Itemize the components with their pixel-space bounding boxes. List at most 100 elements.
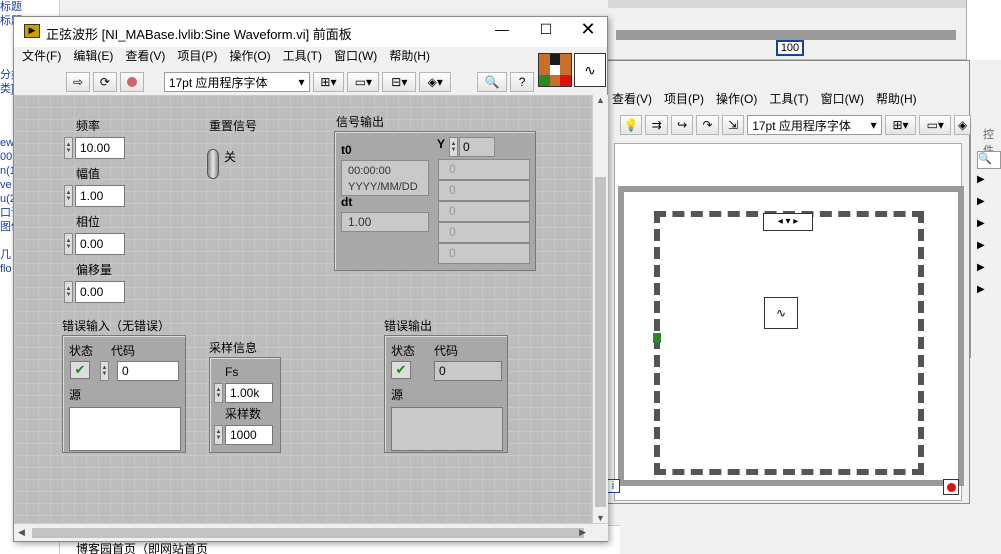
amp-label: 幅值 [76, 167, 101, 181]
front-toolbar: ⇨ ⟳ 17pt 应用程序字体 ▾ ⊞▾ ▭▾ ⊟▾ ◈▾ 🔍 ? [14, 69, 535, 95]
vi-icon-pane[interactable]: ∿ [574, 53, 606, 87]
num-samples-label: 采样数 [225, 407, 262, 421]
maximize-button[interactable]: ☐ [534, 21, 558, 43]
stop-terminal[interactable] [943, 479, 959, 495]
retain-wire-values-icon[interactable]: ⇉ [645, 115, 668, 135]
code-spinner[interactable]: ▲ ▼ [100, 361, 109, 381]
run-arrow-icon[interactable]: ⇨ [66, 72, 90, 92]
y-array: 0 0 0 0 0 [438, 159, 530, 264]
iteration-terminal: i [606, 479, 620, 493]
palette-item-arrow[interactable]: ▶ [977, 284, 1001, 306]
menu-view[interactable]: 查看(V) [606, 88, 658, 110]
close-button[interactable]: ✕ [576, 19, 600, 43]
status-check-icon[interactable]: ✔ [70, 361, 90, 379]
palette-item-arrow[interactable]: ▶ [977, 262, 1001, 284]
abort-icon[interactable] [119, 72, 144, 92]
reorder-icon[interactable]: ◈▾ [419, 72, 452, 92]
front-panel-window: ▶ 正弦波形 [NI_MABase.lvlib:Sine Waveform.vi… [13, 16, 608, 542]
menu-window[interactable]: 窗口(W) [815, 88, 870, 110]
t0-label: t0 [341, 143, 352, 157]
front-menubar: 文件(F) 编辑(E) 查看(V) 项目(P) 操作(O) 工具(T) 窗口(W… [16, 45, 436, 67]
dt-label: dt [341, 195, 353, 209]
palette-search-icon[interactable]: 🔍 [977, 151, 1001, 169]
help-icon[interactable]: ? [510, 72, 535, 92]
source-label: 源 [69, 388, 82, 402]
distribute-objects-icon[interactable]: ▭▾ [919, 115, 952, 135]
amp-input[interactable]: 1.00 [75, 185, 125, 207]
fs-input[interactable]: 1.00k [225, 383, 273, 403]
y-index[interactable]: 0 [459, 137, 495, 157]
source-input[interactable] [69, 407, 181, 451]
menu-operate[interactable]: 操作(O) [223, 45, 276, 67]
controls-palette: 控件 🔍 ▶ ▶ ▶ ▶ ▶ ▶ [970, 118, 1001, 358]
freq-spinner[interactable]: ▲ ▼ [64, 137, 73, 159]
palette-item-arrow[interactable]: ▶ [977, 174, 1001, 196]
subvi-icon[interactable]: ∿ [764, 297, 798, 329]
y-element: 0 [438, 243, 530, 264]
num-samples-input[interactable]: 1000 [225, 425, 273, 445]
palette-item-arrow[interactable]: ▶ [977, 240, 1001, 262]
fs-spinner[interactable]: ▲ ▼ [214, 383, 223, 403]
fs-label: Fs [225, 365, 239, 379]
font-select[interactable]: 17pt 应用程序字体 ▾ [747, 115, 882, 135]
palette-item-arrow[interactable]: ▶ [977, 196, 1001, 218]
palette-items: ▶ ▶ ▶ ▶ ▶ ▶ [977, 174, 1001, 306]
error-in-label: 错误输入（无错误） [62, 319, 171, 333]
num-samples-spinner[interactable]: ▲ ▼ [214, 425, 223, 445]
offset-spinner[interactable]: ▲ ▼ [64, 281, 73, 303]
y-element: 0 [438, 180, 530, 201]
y-index-spinner[interactable]: ▲ ▼ [449, 137, 458, 157]
case-selector[interactable]: ◂ ▾ ▸ [763, 213, 813, 231]
menu-project[interactable]: 项目(P) [171, 45, 223, 67]
resize-objects-icon[interactable]: ⊟▾ [382, 72, 417, 92]
vertical-scrollbar[interactable]: ▲ ▼ [592, 95, 608, 523]
menu-project[interactable]: 项目(P) [658, 88, 710, 110]
reset-label: 重置信号 [209, 119, 258, 133]
phase-input[interactable]: 0.00 [75, 233, 125, 255]
menu-operate[interactable]: 操作(O) [710, 88, 763, 110]
y-element: 0 [438, 222, 530, 243]
run-continuously-icon[interactable]: ⟳ [92, 72, 117, 92]
y-label: Y [437, 137, 446, 151]
freq-input[interactable]: 10.00 [75, 137, 125, 159]
connector-pane[interactable] [538, 53, 572, 87]
minimize-button[interactable]: — [490, 21, 514, 43]
font-select[interactable]: 17pt 应用程序字体 ▾ [163, 72, 310, 92]
menu-file[interactable]: 文件(F) [16, 45, 67, 67]
numeric-constant-100[interactable]: 100 [776, 40, 804, 56]
menu-view[interactable]: 查看(V) [119, 45, 171, 67]
code-input[interactable]: 0 [117, 361, 179, 381]
align-objects-icon[interactable]: ⊞▾ [312, 72, 345, 92]
code-out-label: 代码 [434, 344, 459, 358]
menu-window[interactable]: 窗口(W) [328, 45, 383, 67]
cleanup-icon[interactable]: ◈ [954, 115, 971, 135]
search-icon[interactable]: 🔍 [477, 72, 508, 92]
offset-input[interactable]: 0.00 [75, 281, 125, 303]
menu-help[interactable]: 帮助(H) [383, 45, 436, 67]
step-out-icon[interactable]: ⇲ [721, 115, 745, 135]
align-objects-icon[interactable]: ⊞▾ [884, 115, 917, 135]
window-title: 正弦波形 [NI_MABase.lvlib:Sine Waveform.vi] … [46, 27, 352, 42]
menu-tools[interactable]: 工具(T) [763, 88, 814, 110]
error-out-label: 错误输出 [384, 319, 433, 333]
source-out-value [391, 407, 503, 451]
t0-time: 00:00:00 YYYY/MM/DD [341, 160, 429, 196]
palette-item-arrow[interactable]: ▶ [977, 218, 1001, 240]
step-into-icon[interactable]: ↪ [670, 115, 694, 135]
freq-label: 频率 [76, 119, 101, 133]
vi-icon: ▶ [24, 24, 40, 38]
status-label: 状态 [69, 344, 94, 358]
highlight-execution-icon[interactable]: 💡 [620, 115, 643, 135]
step-over-icon[interactable]: ↷ [696, 115, 719, 135]
amp-spinner[interactable]: ▲ ▼ [64, 185, 73, 207]
menu-help[interactable]: 帮助(H) [870, 88, 923, 110]
reset-toggle-switch[interactable] [207, 149, 219, 179]
menu-tools[interactable]: 工具(T) [277, 45, 328, 67]
y-element: 0 [438, 201, 530, 222]
sample-info-label: 采样信息 [209, 341, 258, 355]
distribute-objects-icon[interactable]: ▭▾ [347, 72, 380, 92]
menu-edit[interactable]: 编辑(E) [67, 45, 119, 67]
case-structure[interactable] [654, 211, 924, 475]
phase-spinner[interactable]: ▲ ▼ [64, 233, 73, 255]
horizontal-scrollbar[interactable]: ◀ ▶ [14, 523, 608, 541]
